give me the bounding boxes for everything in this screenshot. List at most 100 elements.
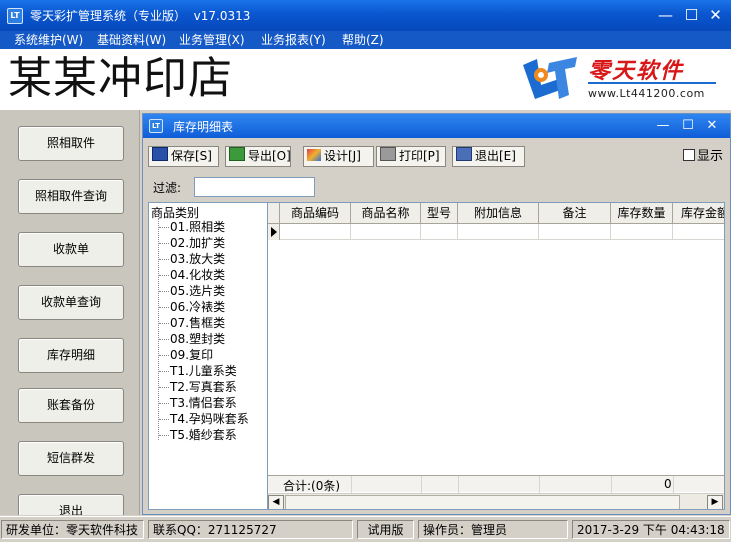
export-button[interactable]: 导出[O] (225, 146, 291, 167)
tree-item[interactable]: 07.售框类 (170, 316, 225, 331)
tree-item[interactable]: 08.塑封类 (170, 332, 225, 347)
child-maximize-button[interactable]: ☐ (679, 117, 697, 135)
table-row[interactable] (268, 224, 724, 240)
tree-item[interactable]: 05.选片类 (170, 284, 225, 299)
banner: 某某冲印店 零天软件 www.Lt441200.com (0, 49, 731, 110)
inventory-grid: 商品编码 商品名称 型号 附加信息 备注 库存数量 库存金额 合计:(0条) 0… (267, 202, 725, 510)
brand-underline (588, 82, 716, 84)
export-label: 导出[O] (248, 149, 291, 163)
tree-item[interactable]: 02.加扩类 (170, 236, 225, 251)
column-header[interactable]: 备注 (539, 203, 611, 224)
footer-divider (611, 476, 612, 493)
tree-item[interactable]: T5.婚纱套系 (170, 428, 237, 443)
footer-divider (673, 476, 674, 493)
nav-backup-button[interactable]: 账套备份 (18, 388, 124, 423)
table-cell[interactable] (351, 224, 421, 240)
menu-help[interactable]: 帮助(Z) (342, 31, 384, 49)
toolbar: 保存[S] 导出[O] 设计[J] 打印[P] 退出[E] (143, 138, 730, 172)
tree-item[interactable]: 03.放大类 (170, 252, 225, 267)
app-icon[interactable]: LT (7, 8, 23, 24)
child-close-button[interactable]: ✕ (703, 117, 721, 135)
nav-inventory-detail-button[interactable]: 库存明细 (18, 338, 124, 373)
window-title: 零天彩扩管理系统（专业版） v17.0313 (30, 9, 251, 23)
minimize-button[interactable]: — (655, 5, 676, 26)
title-bar: LT 零天彩扩管理系统（专业版） v17.0313 — ☐ ✕ (0, 0, 731, 31)
column-header[interactable]: 库存数量 (611, 203, 673, 224)
table-cell[interactable] (280, 224, 351, 240)
tree-branch-line (159, 291, 169, 292)
nav-exit-button[interactable]: 退出 (18, 494, 124, 515)
column-header[interactable]: 商品编码 (280, 203, 351, 224)
tree-branch-line (159, 371, 169, 372)
tree-item[interactable]: 09.复印 (170, 348, 213, 363)
tree-branch-line (159, 419, 169, 420)
save-button[interactable]: 保存[S] (148, 146, 219, 167)
scroll-right-button[interactable]: ▶ (707, 495, 723, 509)
save-icon (152, 147, 168, 161)
inventory-window: LT 库存明细表 — ☐ ✕ 保存[S] 导出[O] 设计[J] 打印[P] 退… (142, 113, 731, 515)
table-cell[interactable] (611, 224, 673, 240)
tree-branch-line (159, 259, 169, 260)
scroll-left-button[interactable]: ◀ (268, 495, 284, 509)
menu-business-management[interactable]: 业务管理(X) (179, 31, 245, 49)
footer-divider (539, 476, 540, 493)
tree-item[interactable]: 01.照相类 (170, 220, 225, 235)
tree-item[interactable]: T2.写真套系 (170, 380, 237, 395)
status-operator: 操作员：管理员 (418, 520, 568, 539)
column-header[interactable]: 库存金额 (673, 203, 724, 224)
inventory-window-title: 库存明细表 (173, 120, 234, 134)
design-icon (307, 149, 321, 161)
design-button[interactable]: 设计[J] (303, 146, 374, 167)
grid-footer: 合计:(0条) 0 (268, 475, 724, 493)
menu-basic-data[interactable]: 基础资料(W) (97, 31, 166, 49)
table-cell[interactable] (458, 224, 539, 240)
print-button[interactable]: 打印[P] (376, 146, 446, 167)
column-header[interactable]: 附加信息 (458, 203, 539, 224)
save-label: 保存[S] (171, 149, 212, 163)
tree-item[interactable]: T4.孕妈咪套系 (170, 412, 249, 427)
maximize-button[interactable]: ☐ (681, 5, 702, 26)
horizontal-scrollbar[interactable]: ◀ ▶ (268, 493, 724, 509)
tree-branch-line (159, 355, 169, 356)
close-button[interactable]: ✕ (705, 5, 726, 26)
status-datetime: 2017-3-29 下午 04:43:18 星 (572, 520, 730, 539)
grid-corner (268, 203, 280, 224)
exit-button[interactable]: 退出[E] (452, 146, 525, 167)
print-label: 打印[P] (399, 149, 440, 163)
footer-total: 合计:(0条) (283, 479, 341, 493)
menu-system-maintenance[interactable]: 系统维护(W) (14, 31, 83, 49)
menu-business-reports[interactable]: 业务报表(Y) (261, 31, 326, 49)
logo-icon (523, 57, 577, 99)
footer-divider (421, 476, 422, 493)
table-cell[interactable] (421, 224, 458, 240)
footer-divider (458, 476, 459, 493)
tree-item[interactable]: 04.化妆类 (170, 268, 225, 283)
tree-branch-line (159, 227, 169, 228)
status-developer: 研发单位：零天软件科技 (1, 520, 144, 539)
nav-receipt-query-button[interactable]: 收款单查询 (18, 285, 124, 320)
tree-item[interactable]: T3.情侣套系 (170, 396, 237, 411)
nav-photo-pickup-query-button[interactable]: 照相取件查询 (18, 179, 124, 214)
brand-name: 零天软件 (588, 58, 685, 84)
nav-sms-button[interactable]: 短信群发 (18, 441, 124, 476)
column-header[interactable]: 型号 (421, 203, 458, 224)
nav-receipt-button[interactable]: 收款单 (18, 232, 124, 267)
grid-header: 商品编码 商品名称 型号 附加信息 备注 库存数量 库存金额 (268, 203, 724, 224)
brand-url: www.Lt441200.com (588, 87, 705, 100)
nav-photo-pickup-button[interactable]: 照相取件 (18, 126, 124, 161)
filter-input[interactable] (194, 177, 315, 197)
table-cell[interactable] (539, 224, 611, 240)
status-edition: 试用版 (357, 520, 414, 539)
child-minimize-button[interactable]: — (654, 117, 672, 135)
child-app-icon[interactable]: LT (149, 119, 163, 133)
tree-branch-line (159, 307, 169, 308)
show-checkbox[interactable] (683, 149, 695, 161)
column-header[interactable]: 商品名称 (351, 203, 421, 224)
tree-item[interactable]: T1.儿童系类 (170, 364, 237, 379)
category-tree: 商品类别 01.照相类 02.加扩类 03.放大类 04.化妆类 05.选片类 … (148, 202, 268, 510)
tree-branch-line (159, 387, 169, 388)
scroll-thumb[interactable] (285, 495, 680, 509)
tree-item[interactable]: 06.冷裱类 (170, 300, 225, 315)
tree-branch-line (159, 275, 169, 276)
row-indicator (268, 224, 280, 240)
